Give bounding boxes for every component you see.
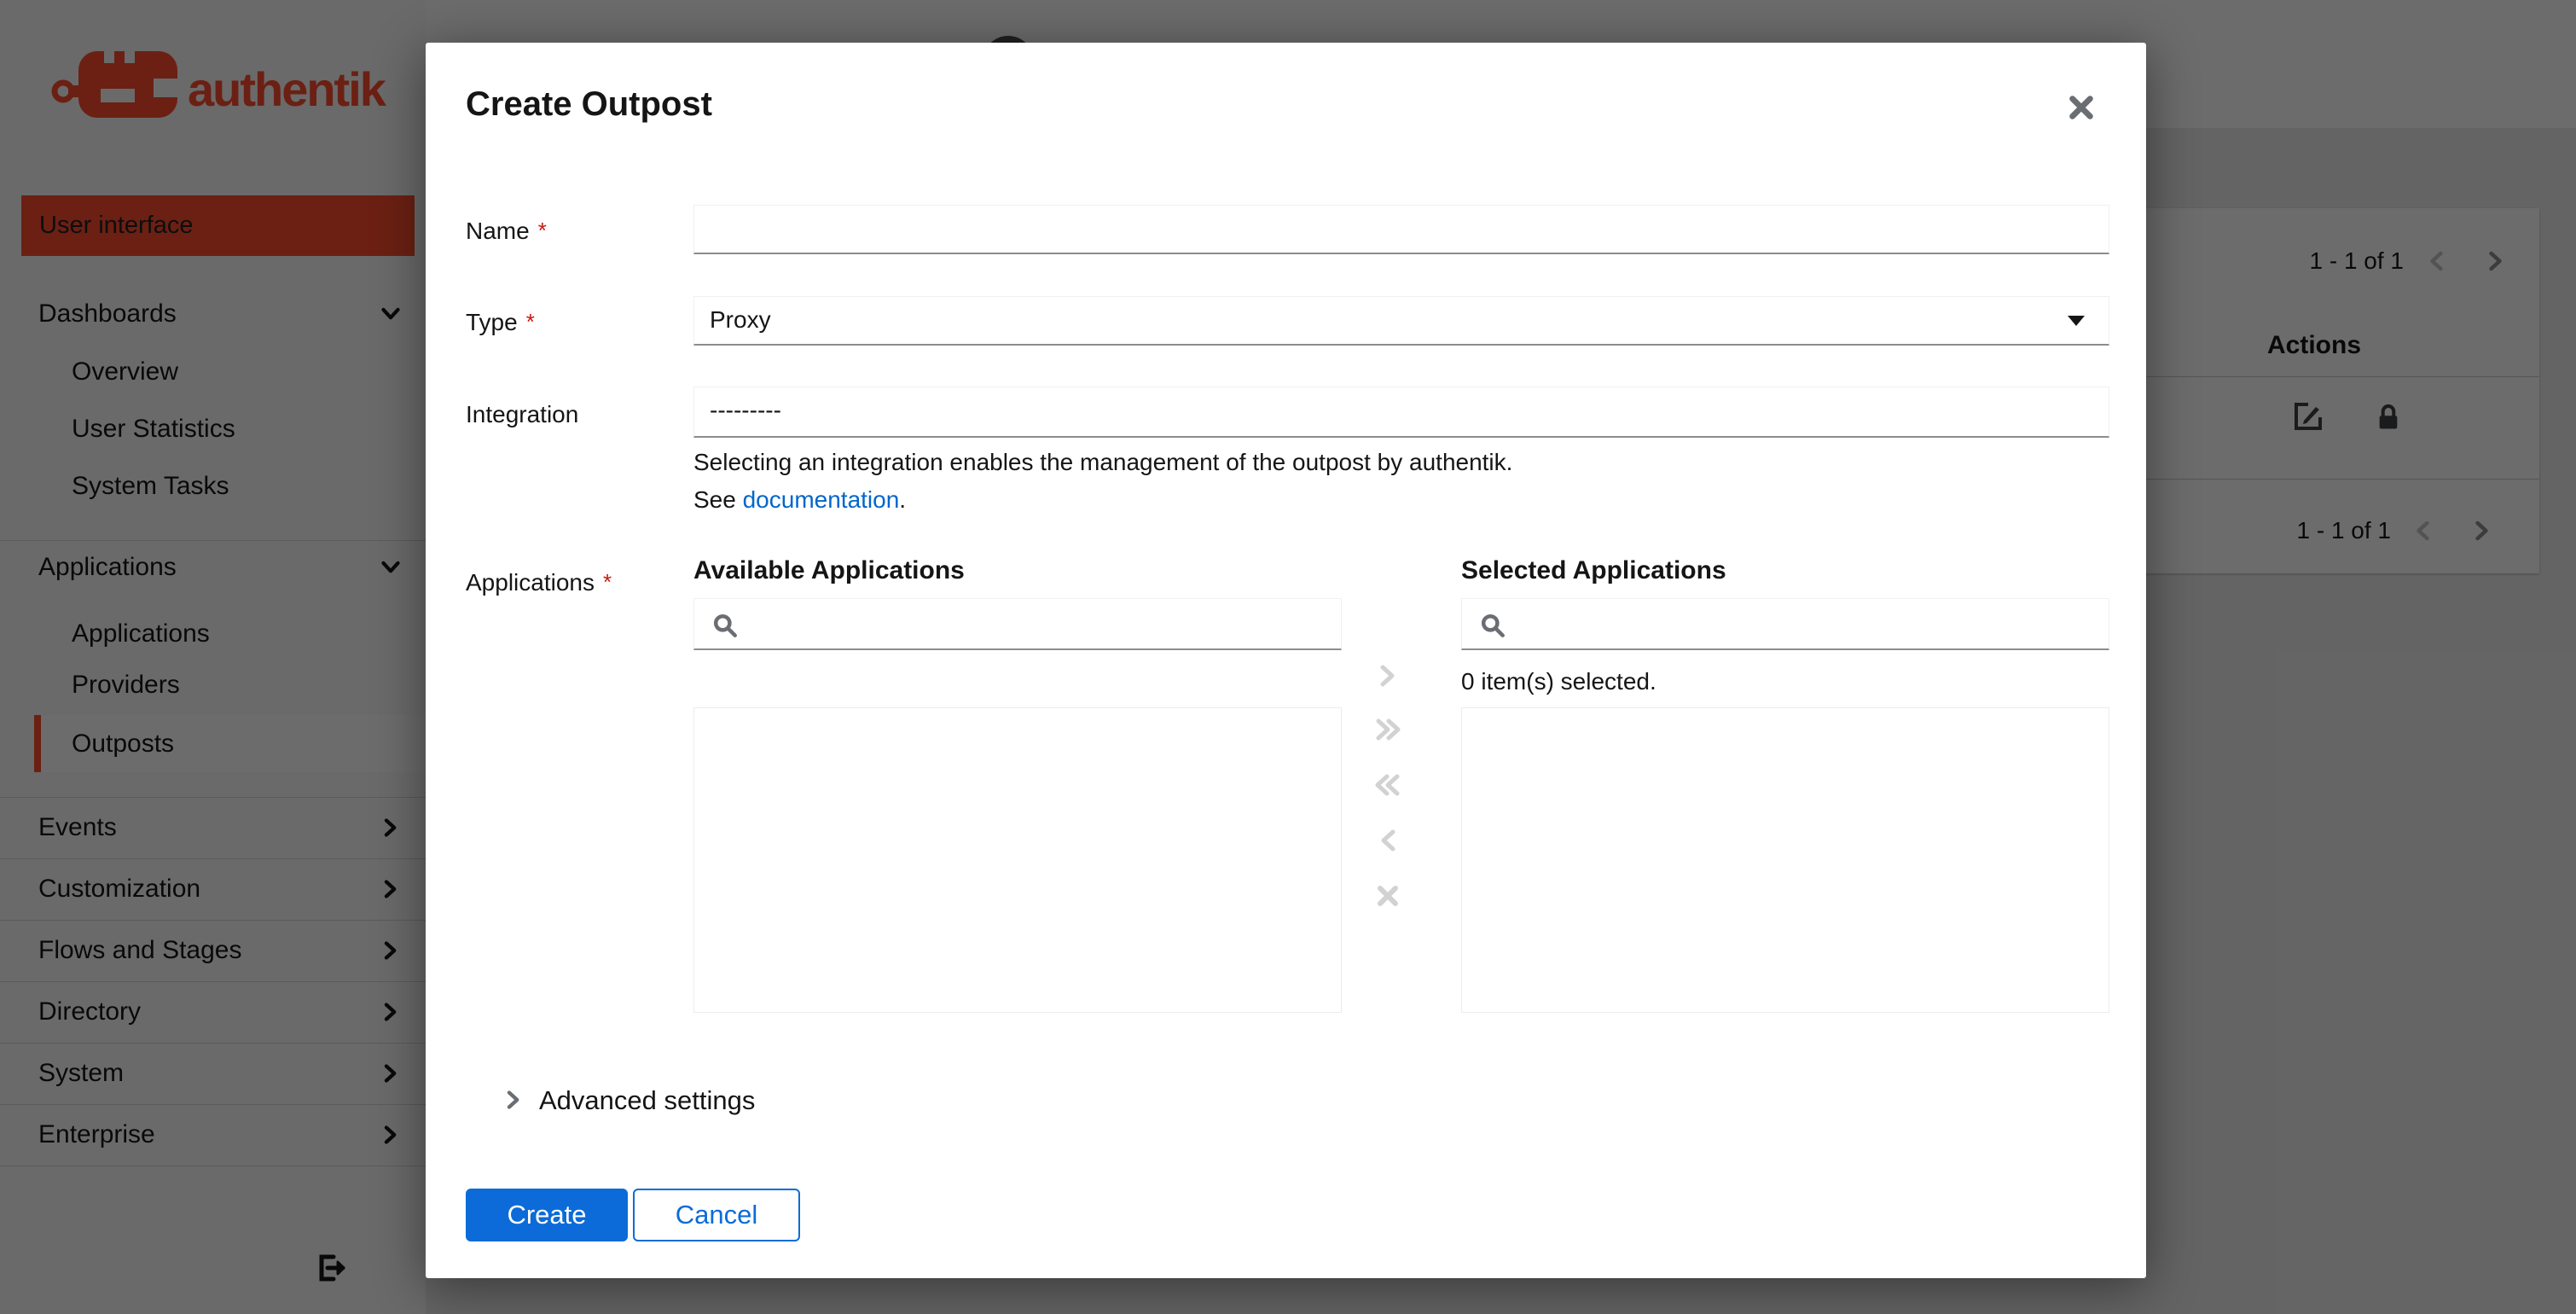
selected-applications-title: Selected Applications (1461, 556, 1726, 584)
search-icon (1477, 610, 1508, 641)
move-selected-right-button[interactable] (1371, 654, 1422, 697)
clear-selection-button[interactable] (1371, 875, 1422, 917)
move-selected-left-button[interactable] (1371, 819, 1422, 862)
move-all-right-button[interactable] (1371, 708, 1422, 751)
integration-select[interactable]: --------- (693, 387, 2109, 438)
applications-field-label: Applications * (466, 569, 612, 596)
integration-select-value: --------- (710, 397, 781, 423)
modal-title: Create Outpost (466, 85, 712, 123)
create-outpost-modal: Create Outpost Name * Type * Proxy Integra… (426, 43, 2146, 1278)
type-field-label: Type * (466, 309, 535, 335)
cancel-button[interactable]: Cancel (633, 1189, 800, 1241)
integration-help-text: Selecting an integration enables the man… (693, 449, 1513, 475)
available-search-wrapper (693, 598, 1342, 650)
required-marker: * (537, 218, 547, 243)
available-search-input[interactable] (751, 599, 1331, 648)
available-applications-list[interactable] (693, 707, 1342, 1013)
search-icon (710, 610, 740, 641)
selected-applications-list[interactable] (1461, 707, 2109, 1013)
type-select[interactable]: Proxy (693, 296, 2109, 346)
move-all-left-button[interactable] (1371, 764, 1422, 806)
integration-field-label: Integration (466, 401, 579, 427)
close-button[interactable] (2062, 84, 2109, 131)
name-field-wrapper (693, 205, 2109, 254)
create-button[interactable]: Create (466, 1189, 628, 1241)
angle-left-icon (1371, 823, 1405, 858)
angle-right-icon (1371, 659, 1405, 693)
documentation-link[interactable]: documentation (743, 486, 900, 513)
available-applications-title: Available Applications (693, 556, 965, 584)
double-angle-left-icon (1371, 768, 1405, 802)
screen: 1 - 1 of 1 Actions 1 - 1 of 1 authentik … (0, 0, 2576, 1314)
double-angle-right-icon (1371, 712, 1405, 747)
chevron-right-icon (499, 1085, 528, 1114)
caret-down-icon (2068, 316, 2085, 326)
advanced-settings-toggle[interactable]: Advanced settings (539, 1085, 755, 1116)
selected-count-label: 0 item(s) selected. (1461, 668, 1656, 695)
type-select-value: Proxy (710, 306, 771, 333)
integration-help-line2: See documentation. (693, 486, 907, 513)
x-clear-icon (1371, 879, 1405, 913)
close-icon (2062, 88, 2101, 127)
name-input[interactable] (694, 206, 2109, 253)
required-marker: * (602, 569, 612, 595)
name-field-label: Name * (466, 218, 547, 244)
selected-search-wrapper (1461, 598, 2109, 650)
selected-search-input[interactable] (1518, 599, 2098, 648)
required-marker: * (525, 309, 535, 334)
